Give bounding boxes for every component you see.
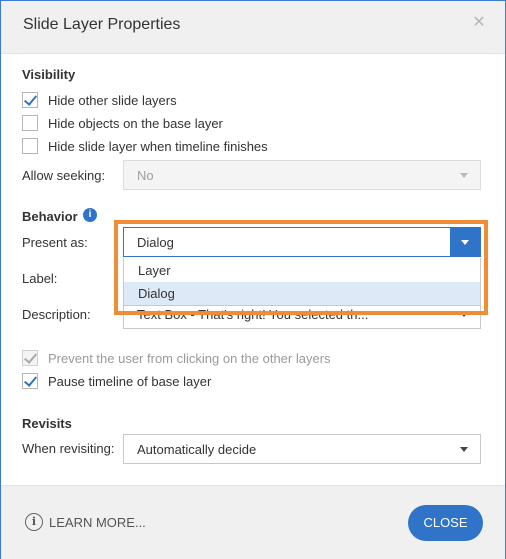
hide-when-finishes-label: Hide slide layer when timeline finishes <box>48 138 268 154</box>
chevron-down-icon <box>461 240 469 245</box>
option-dialog[interactable]: Dialog <box>124 282 480 305</box>
when-revisiting-label: When revisiting: <box>22 441 115 456</box>
prevent-clicking-row: Prevent the user from clicking on the ot… <box>22 349 331 367</box>
title-bar: Slide Layer Properties ✕ <box>1 1 505 54</box>
allow-seeking-select: No <box>123 160 481 190</box>
option-layer-label: Layer <box>138 263 171 278</box>
hide-other-layers-row[interactable]: Hide other slide layers <box>22 91 177 109</box>
present-as-dropdown-button[interactable] <box>450 228 480 256</box>
present-as-value: Dialog <box>137 235 174 250</box>
dialog-footer: i LEARN MORE... CLOSE <box>1 485 505 559</box>
info-icon[interactable]: i <box>25 513 43 531</box>
description-label: Description: <box>22 307 91 322</box>
revisits-heading: Revisits <box>22 416 72 431</box>
present-as-dropdown-list: Layer Dialog <box>123 258 481 306</box>
pause-timeline-checkbox[interactable] <box>22 373 38 389</box>
learn-more-link[interactable]: LEARN MORE... <box>49 515 146 530</box>
dialog-title: Slide Layer Properties <box>23 16 181 33</box>
allow-seeking-value: No <box>137 168 154 183</box>
hide-base-objects-label: Hide objects on the base layer <box>48 115 223 131</box>
pause-timeline-label: Pause timeline of base layer <box>48 373 212 389</box>
hide-other-layers-label: Hide other slide layers <box>48 92 177 108</box>
hide-base-objects-row[interactable]: Hide objects on the base layer <box>22 114 223 132</box>
allow-seeking-label: Allow seeking: <box>22 168 106 183</box>
present-as-label: Present as: <box>22 235 88 250</box>
option-layer[interactable]: Layer <box>124 259 480 282</box>
chevron-down-icon <box>460 447 468 452</box>
prevent-clicking-checkbox <box>22 350 38 366</box>
prevent-clicking-label: Prevent the user from clicking on the ot… <box>48 350 331 366</box>
dialog-window: Slide Layer Properties ✕ Visibility Hide… <box>0 0 506 559</box>
when-revisiting-select[interactable]: Automatically decide <box>123 434 481 464</box>
when-revisiting-value: Automatically decide <box>137 442 257 457</box>
hide-when-finishes-checkbox[interactable] <box>22 138 38 154</box>
pause-timeline-row[interactable]: Pause timeline of base layer <box>22 372 211 390</box>
close-button[interactable]: CLOSE <box>408 505 483 541</box>
label-field-label: Label: <box>22 271 58 286</box>
chevron-down-icon <box>460 312 468 317</box>
hide-when-finishes-row[interactable]: Hide slide layer when timeline finishes <box>22 137 268 155</box>
visibility-heading: Visibility <box>22 67 76 82</box>
hide-base-objects-checkbox[interactable] <box>22 115 38 131</box>
close-icon[interactable]: ✕ <box>471 15 487 31</box>
option-dialog-label: Dialog <box>138 286 175 301</box>
behavior-heading: Behavior <box>22 209 78 224</box>
hide-other-layers-checkbox[interactable] <box>22 92 38 108</box>
chevron-down-icon <box>460 173 468 178</box>
description-value: Text Box - That's right! You selected th… <box>137 307 369 322</box>
accessibility-info-icon[interactable]: i <box>83 208 97 222</box>
present-as-select[interactable]: Dialog <box>123 227 481 257</box>
